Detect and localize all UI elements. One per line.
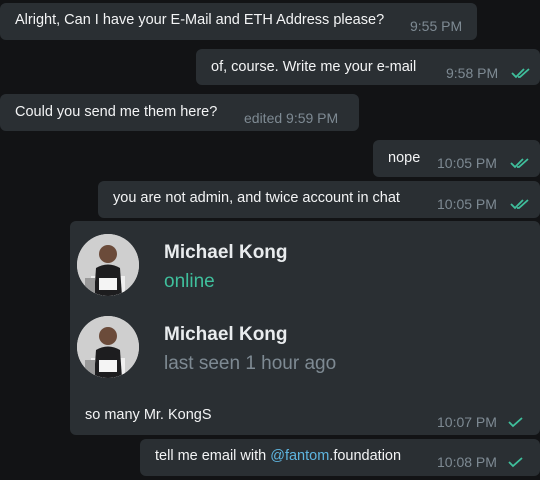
message-text: Could you send me them here? xyxy=(15,104,218,120)
contact-card[interactable]: Michael Kong online xyxy=(70,221,540,301)
contact-status: online xyxy=(164,271,215,292)
message-text: of, course. Write me your e-mail xyxy=(211,59,417,75)
message-text: so many Mr. KongS xyxy=(85,407,212,423)
message-time: 10:05 PM xyxy=(437,196,497,212)
contact-status: last seen 1 hour ago xyxy=(164,353,337,374)
message-time: 9:55 PM xyxy=(410,18,463,34)
avatar[interactable] xyxy=(77,316,139,378)
message-bubble-incoming[interactable]: Alright, Can I have your E-Mail and ETH … xyxy=(0,3,477,40)
contact-photo-icon xyxy=(77,234,139,296)
message-text: nope xyxy=(388,150,421,166)
message-time: 10:08 PM xyxy=(437,454,497,470)
message-bubble-outgoing[interactable]: you are not admin, and twice account in … xyxy=(98,181,540,218)
message-bubble-incoming[interactable]: Could you send me them here? edited 9:59… xyxy=(0,94,359,131)
contact-photo-icon xyxy=(77,316,139,378)
single-check-icon xyxy=(508,457,523,468)
message-text: you are not admin, and twice account in … xyxy=(113,190,400,206)
message-bubble-outgoing[interactable]: nope 10:05 PM xyxy=(373,140,540,177)
contact-name[interactable]: Michael Kong xyxy=(164,242,288,264)
double-check-icon xyxy=(511,68,530,79)
contact-name[interactable]: Michael Kong xyxy=(164,324,288,346)
message-time: 10:05 PM xyxy=(437,155,497,171)
message-time: 10:07 PM xyxy=(437,414,497,430)
message-time: edited 9:59 PM xyxy=(244,110,339,126)
mention-link[interactable]: @fantom xyxy=(270,448,329,464)
message-bubble-outgoing[interactable]: of, course. Write me your e-mail 9:58 PM xyxy=(196,49,540,85)
message-text-part: .foundation xyxy=(329,448,402,464)
double-check-icon xyxy=(510,158,529,169)
contact-card[interactable]: Michael Kong last seen 1 hour ago xyxy=(70,301,540,387)
double-check-icon xyxy=(510,199,529,210)
message-text-part: tell me email with xyxy=(155,448,271,464)
avatar[interactable] xyxy=(77,234,139,296)
message-text: Alright, Can I have your E-Mail and ETH … xyxy=(15,12,385,28)
message-bubble-outgoing-contacts[interactable]: Michael Kong online Michael Kong last se… xyxy=(70,221,540,435)
single-check-icon xyxy=(508,417,523,428)
message-text: tell me email with @fantom.foundation xyxy=(155,448,401,464)
message-bubble-outgoing[interactable]: tell me email with @fantom.foundation 10… xyxy=(140,439,540,476)
message-time: 9:58 PM xyxy=(446,65,499,81)
